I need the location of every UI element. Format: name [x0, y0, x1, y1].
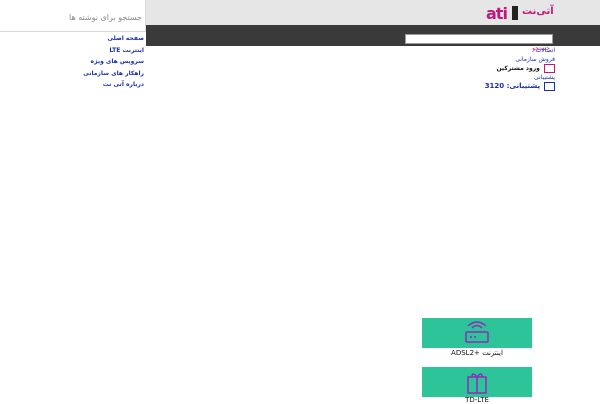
- menu-item-special-services[interactable]: سرویس های ویژه: [4, 56, 144, 68]
- product-card-adsl[interactable]: [422, 318, 532, 348]
- link-connections[interactable]: اتصالات: [470, 46, 555, 55]
- logo-mark: [512, 6, 518, 20]
- menu-item-home[interactable]: صفحه اصلی: [4, 33, 144, 45]
- logo[interactable]: ati آتی‌نت: [486, 4, 560, 23]
- support-phone-row[interactable]: پشتیبانی: 3120: [470, 82, 555, 91]
- lock-icon: [544, 64, 555, 73]
- panel-search: [405, 34, 553, 53]
- product-caption-adsl[interactable]: ADSL2+ اینترنت: [422, 349, 532, 357]
- link-enterprise-sales[interactable]: فروش سازمانی: [470, 55, 555, 64]
- menu-item-about[interactable]: درباره آتی نت: [4, 79, 144, 91]
- quick-links: اتصالات فروش سازمانی ورود مشترکین پشتیبا…: [470, 46, 555, 91]
- search-box: [0, 0, 146, 32]
- menu-item-enterprise-solutions[interactable]: راهکار های سازمانی: [4, 68, 144, 80]
- link-connections-label: اتصالات: [535, 47, 555, 54]
- link-customer-login[interactable]: ورود مشترکین: [470, 64, 555, 73]
- search-input[interactable]: [6, 6, 144, 28]
- support-phone: پشتیبانی: 3120: [484, 82, 541, 90]
- support-icon: [544, 82, 555, 91]
- link-support-label: پشتیبانی: [534, 74, 555, 81]
- logo-persian: آتی‌نت: [522, 6, 554, 17]
- menu-item-lte[interactable]: اینترنت LTE: [4, 45, 144, 57]
- logo-latin: ati: [486, 4, 508, 23]
- side-menu: صفحه اصلی اینترنت LTE سرویس های ویژه راه…: [4, 33, 144, 91]
- link-support[interactable]: پشتیبانی: [470, 73, 555, 82]
- router-icon: [465, 321, 489, 343]
- link-enterprise-sales-label: فروش سازمانی: [515, 56, 555, 63]
- link-customer-login-label: ورود مشترکین: [496, 65, 540, 72]
- gift-icon: [467, 373, 487, 394]
- product-card-td-lte[interactable]: [422, 367, 532, 397]
- product-caption-td-lte[interactable]: TD-LTE: [422, 396, 532, 404]
